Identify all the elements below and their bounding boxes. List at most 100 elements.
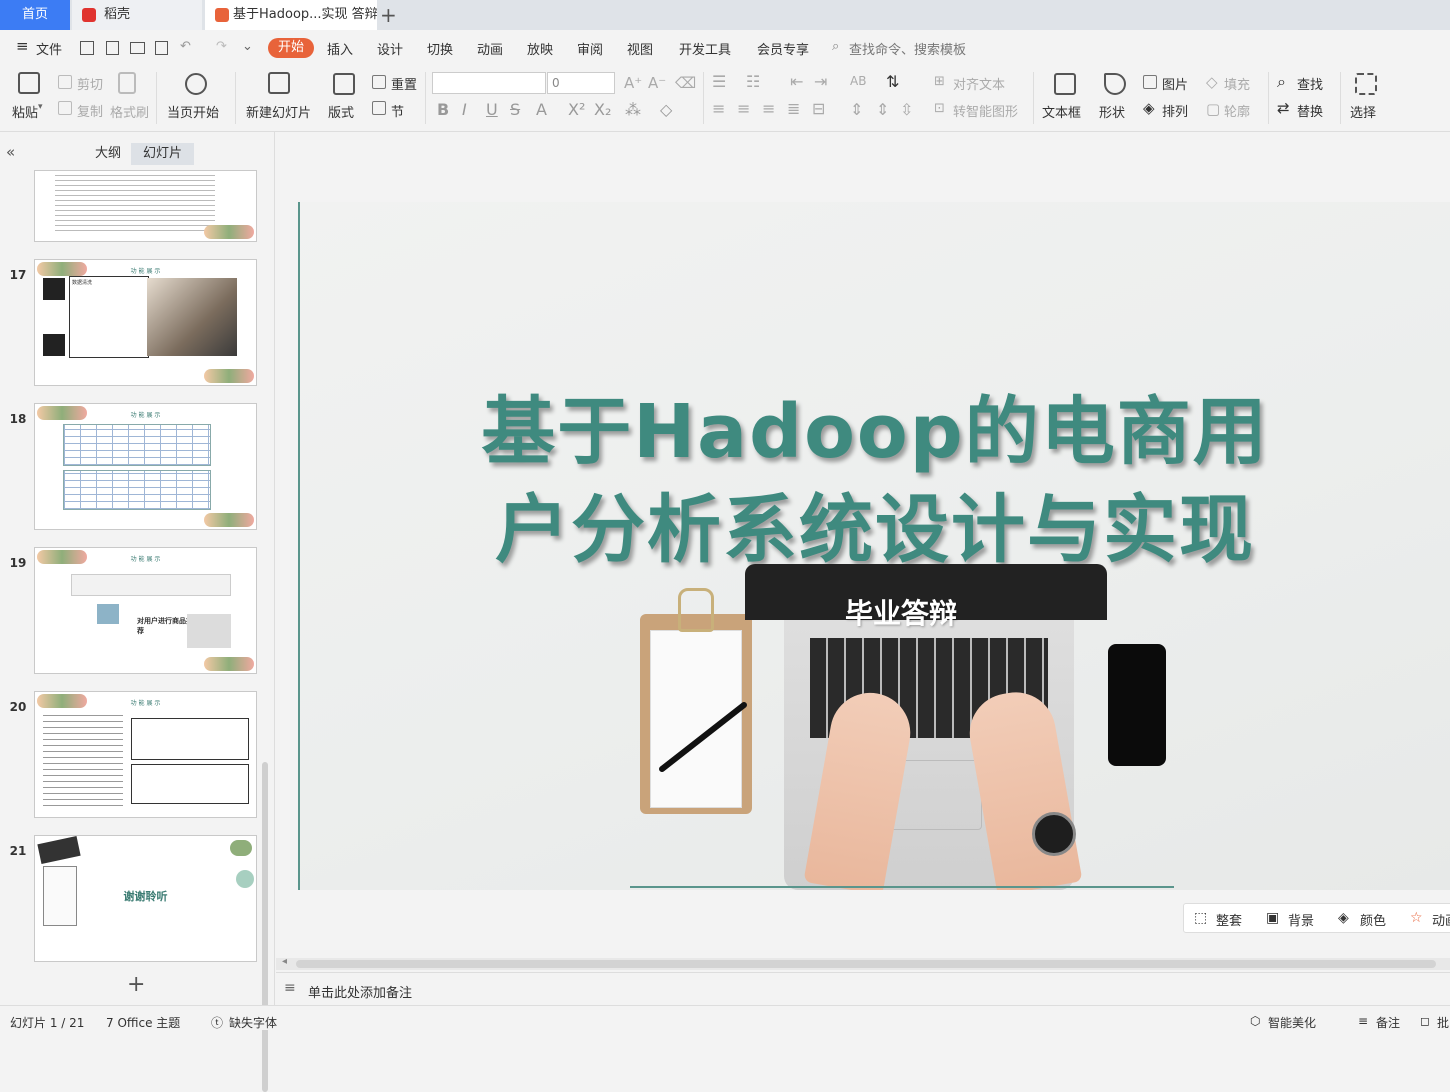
missing-font-button[interactable]: 缺失字体: [229, 1014, 277, 1031]
copy-button[interactable]: 复制: [77, 101, 103, 120]
tab-outline[interactable]: 大纲: [83, 143, 133, 165]
search-icon[interactable]: ⌕: [832, 39, 839, 54]
superscript-icon[interactable]: X²: [568, 100, 585, 119]
tab-daoke[interactable]: 稻壳: [72, 0, 202, 30]
section-button[interactable]: 节: [391, 101, 404, 120]
menu-design[interactable]: 设计: [377, 39, 403, 58]
reset-button[interactable]: 重置: [391, 74, 417, 93]
replace-button[interactable]: 替换: [1297, 101, 1323, 120]
font-size-combo[interactable]: 0: [547, 72, 615, 94]
slide-thumbnail-20[interactable]: 功 能 展 示: [34, 691, 257, 818]
spacing-options-icon[interactable]: ⇳: [900, 100, 913, 119]
whole-set-button[interactable]: 整套: [1216, 910, 1242, 929]
decrease-indent-icon[interactable]: ⇤: [790, 72, 803, 91]
slide-thumbnail-17[interactable]: 功 能 展 示 数据清洗: [34, 259, 257, 386]
italic-icon[interactable]: I: [462, 100, 467, 119]
underline-icon[interactable]: U: [486, 100, 498, 119]
select-button[interactable]: 选择: [1350, 102, 1376, 121]
align-text-button[interactable]: 对齐文本: [953, 74, 1005, 93]
slide-thumbnail-19[interactable]: 功 能 展 示 对用户进行商品推荐: [34, 547, 257, 674]
font-color-icon[interactable]: A: [536, 100, 547, 119]
scroll-left-icon[interactable]: ◂: [282, 956, 287, 967]
slide-thumbnail-16[interactable]: [34, 170, 257, 242]
fill-button[interactable]: 填充: [1224, 74, 1250, 93]
thumbnail-scrollbar[interactable]: [262, 762, 268, 1092]
animation-button[interactable]: 动画: [1432, 910, 1450, 929]
strikethrough-icon[interactable]: S: [510, 100, 520, 119]
slide-subtitle[interactable]: 毕业答辩: [845, 592, 957, 632]
menu-insert[interactable]: 插入: [327, 39, 353, 58]
align-center-icon[interactable]: ≡: [737, 99, 750, 118]
textbox-button[interactable]: 文本框: [1042, 102, 1081, 121]
quick-access-dropdown-icon[interactable]: ⌄: [242, 39, 253, 54]
undo-icon[interactable]: ↶: [180, 39, 191, 54]
menu-slideshow[interactable]: 放映: [527, 39, 553, 58]
paragraph-spacing-icon[interactable]: ⇕: [876, 100, 889, 119]
cut-button[interactable]: 剪切: [77, 74, 103, 93]
slide-canvas[interactable]: 基于Hadoop的电商用 户分析系统设计与实现 毕业答辩: [298, 202, 1450, 890]
find-button[interactable]: 查找: [1297, 74, 1323, 93]
align-right-icon[interactable]: ≡: [762, 99, 775, 118]
redo-icon[interactable]: ↷: [216, 39, 227, 54]
paste-dropdown-icon[interactable]: ▾: [38, 102, 43, 112]
layout-button[interactable]: 版式: [328, 102, 354, 121]
notes-placeholder[interactable]: 单击此处添加备注: [308, 982, 412, 1001]
export-icon[interactable]: [106, 41, 119, 55]
subscript-icon[interactable]: X₂: [594, 100, 611, 119]
arrange-button[interactable]: 排列: [1162, 101, 1188, 120]
menu-start[interactable]: 开始: [268, 38, 315, 58]
menu-member[interactable]: 会员专享: [757, 39, 809, 58]
new-tab-button[interactable]: +: [380, 0, 397, 30]
increase-font-icon[interactable]: A⁺: [624, 74, 642, 92]
tab-home[interactable]: 首页: [0, 0, 70, 30]
scroll-thumb[interactable]: [296, 960, 1436, 968]
new-slide-button[interactable]: 新建幻灯片: [246, 102, 311, 121]
menu-developer[interactable]: 开发工具: [679, 39, 731, 58]
notes-toggle-button[interactable]: 备注: [1376, 1014, 1400, 1031]
format-painter-button[interactable]: 格式刷: [110, 102, 149, 121]
print-icon[interactable]: [130, 42, 145, 54]
menu-animation[interactable]: 动画: [477, 39, 503, 58]
horizontal-scrollbar[interactable]: ◂: [276, 956, 1450, 970]
command-search-input[interactable]: 查找命令、搜索模板: [849, 39, 966, 58]
collapse-pane-icon[interactable]: «: [6, 143, 15, 161]
slide-title-line-1[interactable]: 基于Hadoop的电商用: [300, 372, 1450, 479]
save-icon[interactable]: [80, 41, 94, 55]
outline-button[interactable]: 轮廓: [1224, 101, 1250, 120]
menu-view[interactable]: 视图: [627, 39, 653, 58]
tab-slides[interactable]: 幻灯片: [131, 143, 195, 165]
color-button[interactable]: 颜色: [1360, 910, 1386, 929]
distribute-icon[interactable]: ⊟: [812, 99, 825, 118]
bullet-list-icon[interactable]: ☰: [712, 72, 726, 91]
paste-icon[interactable]: [18, 72, 40, 94]
menu-file[interactable]: 文件: [36, 39, 62, 58]
phonetic-icon[interactable]: ⁂: [625, 100, 641, 119]
hamburger-icon[interactable]: ≡: [16, 37, 29, 55]
menu-transition[interactable]: 切换: [427, 39, 453, 58]
add-slide-button[interactable]: +: [127, 972, 145, 997]
notes-area[interactable]: ≡ 单击此处添加备注: [276, 972, 1450, 1005]
font-name-combo[interactable]: [432, 72, 546, 94]
numbered-list-icon[interactable]: ☷: [746, 72, 760, 91]
increase-indent-icon[interactable]: ⇥: [814, 72, 827, 91]
convert-smartart-button[interactable]: 转智能图形: [953, 101, 1018, 120]
line-spacing-icon[interactable]: ⇕: [850, 100, 863, 119]
comment-button[interactable]: 批: [1437, 1014, 1449, 1031]
bold-icon[interactable]: B: [437, 100, 449, 119]
highlight-icon[interactable]: ◇: [660, 100, 672, 119]
slide-thumbnail-18[interactable]: 功 能 展 示: [34, 403, 257, 530]
slide-title-line-2[interactable]: 户分析系统设计与实现: [300, 470, 1450, 577]
print-preview-icon[interactable]: [155, 41, 168, 55]
picture-button[interactable]: 图片: [1162, 74, 1188, 93]
menu-review[interactable]: 审阅: [577, 39, 603, 58]
decrease-font-icon[interactable]: A⁻: [648, 74, 666, 92]
shape-button[interactable]: 形状: [1099, 102, 1125, 121]
tab-document[interactable]: 基于Hadoop...实现 答辩PPT: [205, 0, 377, 30]
sort-icon[interactable]: ⇅: [886, 72, 899, 91]
smart-beautify-button[interactable]: 智能美化: [1268, 1014, 1316, 1031]
slide-thumbnail-21[interactable]: 谢谢聆听: [34, 835, 257, 962]
justify-icon[interactable]: ≣: [787, 99, 800, 118]
text-direction-icon[interactable]: AB: [850, 74, 866, 88]
paste-button[interactable]: 粘贴: [12, 102, 38, 121]
background-button[interactable]: 背景: [1288, 910, 1314, 929]
